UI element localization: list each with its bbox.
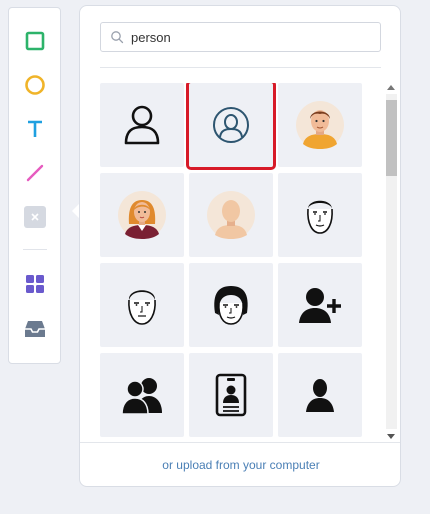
result-tile[interactable] — [100, 263, 184, 347]
square-icon — [25, 31, 45, 51]
result-tile[interactable] — [100, 83, 184, 167]
search-input[interactable] — [131, 27, 371, 47]
man-face-sketch-2-icon — [128, 290, 156, 325]
result-tile[interactable] — [100, 173, 184, 257]
scroll-down-arrow-icon[interactable] — [387, 434, 395, 439]
line-tool[interactable] — [21, 159, 49, 187]
result-tile[interactable] — [278, 263, 362, 347]
apps-grid-icon — [26, 275, 44, 293]
man-face-sketch-3-icon — [214, 286, 248, 325]
results-scrollbar[interactable] — [384, 85, 398, 439]
search-icon — [111, 31, 124, 44]
circle-icon — [25, 75, 45, 95]
footer-divider — [80, 442, 400, 443]
person-outline-icon — [124, 105, 160, 145]
scroll-up-arrow-icon[interactable] — [387, 85, 395, 90]
text-icon — [28, 120, 42, 137]
woman-avatar-icon — [118, 191, 166, 239]
search-divider — [100, 67, 381, 68]
man-face-sketch-icon — [307, 200, 333, 234]
result-tile[interactable] — [189, 353, 273, 437]
person-circle-icon — [213, 107, 249, 143]
toolbar-divider — [23, 249, 47, 250]
toolbar — [8, 7, 61, 364]
apps-tool[interactable] — [21, 270, 49, 298]
result-tile-selected[interactable] — [186, 83, 276, 170]
close-icon — [24, 206, 46, 228]
results-grid — [100, 83, 364, 443]
result-tile[interactable] — [189, 173, 273, 257]
result-tile[interactable] — [278, 173, 362, 257]
search-box[interactable] — [100, 22, 381, 52]
man-avatar-icon — [296, 101, 344, 149]
id-badge-icon — [215, 373, 247, 417]
rectangle-tool[interactable] — [21, 27, 49, 55]
upload-from-computer-link[interactable]: or upload from your computer — [80, 458, 400, 472]
result-tile[interactable] — [278, 83, 362, 167]
text-tool[interactable] — [21, 115, 49, 143]
inbox-icon — [25, 321, 45, 337]
inbox-tool[interactable] — [21, 315, 49, 343]
scroll-thumb[interactable] — [386, 100, 397, 176]
clear-tool[interactable] — [21, 203, 49, 231]
result-tile[interactable] — [100, 353, 184, 437]
person-solid-icon — [306, 379, 334, 412]
result-tile[interactable] — [278, 353, 362, 437]
group-icon — [121, 378, 162, 415]
image-picker-panel: or upload from your computer — [79, 5, 401, 487]
add-user-icon — [299, 288, 341, 323]
result-tile[interactable] — [189, 263, 273, 347]
circle-tool[interactable] — [21, 71, 49, 99]
line-icon — [26, 164, 44, 182]
person-silhouette-avatar-icon — [207, 191, 255, 239]
